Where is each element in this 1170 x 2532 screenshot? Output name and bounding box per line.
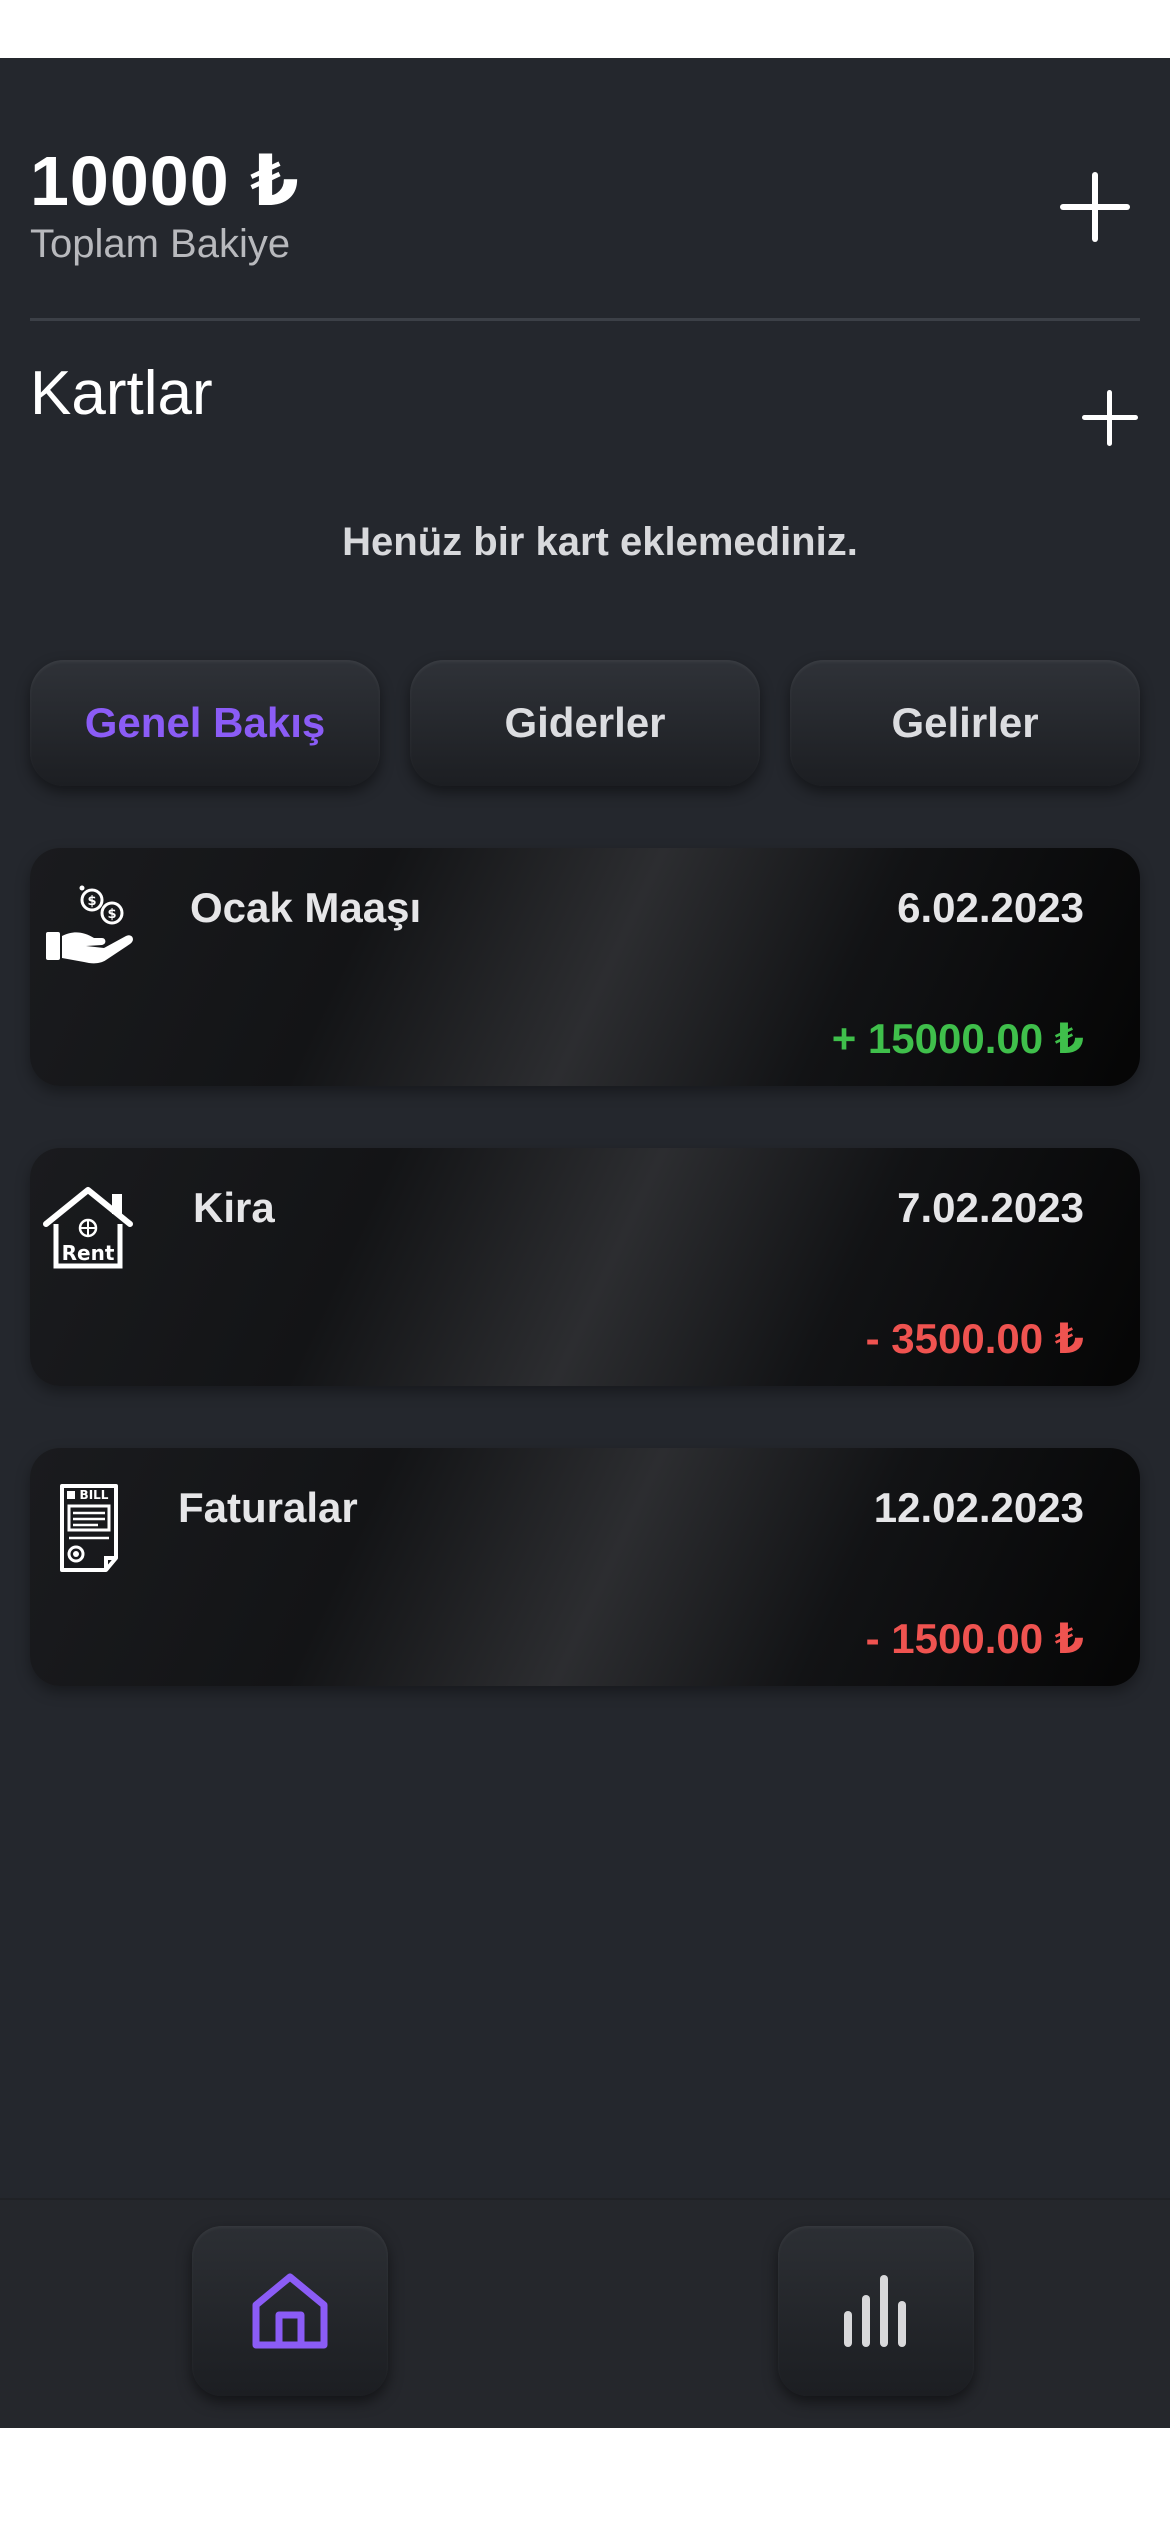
- bar-chart-icon: [844, 2275, 906, 2347]
- add-card-plus-icon[interactable]: [1082, 390, 1138, 446]
- tab-overview[interactable]: Genel Bakış: [30, 660, 380, 786]
- rent-house-icon: Rent: [43, 1187, 133, 1269]
- add-transaction-plus-icon[interactable]: [1060, 172, 1130, 242]
- tab-incomes[interactable]: Gelirler: [790, 660, 1140, 786]
- salary-hand-coins-icon: $ $: [46, 885, 133, 964]
- transaction-item[interactable]: Rent Kira 7.02.2023 - 3500.00 ₺: [30, 1148, 1140, 1386]
- rent-icon-label: Rent: [62, 1241, 115, 1265]
- transaction-amount: - 3500.00 ₺: [865, 1315, 1084, 1362]
- transaction-title: Ocak Maaşı: [190, 884, 422, 931]
- transaction-item[interactable]: $ $ Ocak Maaşı 6.02.2023 + 15000.00 ₺: [30, 848, 1140, 1086]
- filter-tabs: Genel Bakış Giderler Gelirler: [30, 660, 1140, 786]
- transaction-date: 12.02.2023: [873, 1484, 1084, 1531]
- transaction-title: Kira: [193, 1184, 275, 1231]
- transaction-date: 7.02.2023: [897, 1184, 1084, 1231]
- transaction-item[interactable]: BILL Faturalar 12.02.2023 - 1500.00 ₺: [30, 1448, 1140, 1686]
- svg-text:$: $: [87, 894, 96, 909]
- bill-document-icon: BILL: [60, 1484, 118, 1572]
- nav-home-button[interactable]: [192, 2226, 388, 2396]
- bottom-nav: [0, 2198, 1170, 2428]
- divider: [30, 318, 1140, 321]
- transaction-date: 6.02.2023: [897, 884, 1084, 931]
- home-icon: [252, 2273, 328, 2349]
- total-balance-label: Toplam Bakiye: [30, 222, 291, 266]
- cards-section-title: Kartlar: [30, 359, 213, 428]
- svg-text:$: $: [107, 907, 116, 922]
- bill-icon-label: BILL: [80, 1488, 109, 1502]
- transaction-amount: - 1500.00 ₺: [865, 1615, 1084, 1662]
- total-balance: 10000 ₺: [30, 142, 300, 220]
- transaction-title: Faturalar: [178, 1484, 358, 1531]
- cards-empty-message: Henüz bir kart eklemediniz.: [342, 520, 858, 564]
- app-screen: 10000 ₺ Toplam Bakiye Kartlar Henüz bir …: [0, 58, 1170, 2428]
- nav-stats-button[interactable]: [778, 2226, 974, 2396]
- transaction-amount: + 15000.00 ₺: [831, 1015, 1084, 1062]
- tab-expenses[interactable]: Giderler: [410, 660, 760, 786]
